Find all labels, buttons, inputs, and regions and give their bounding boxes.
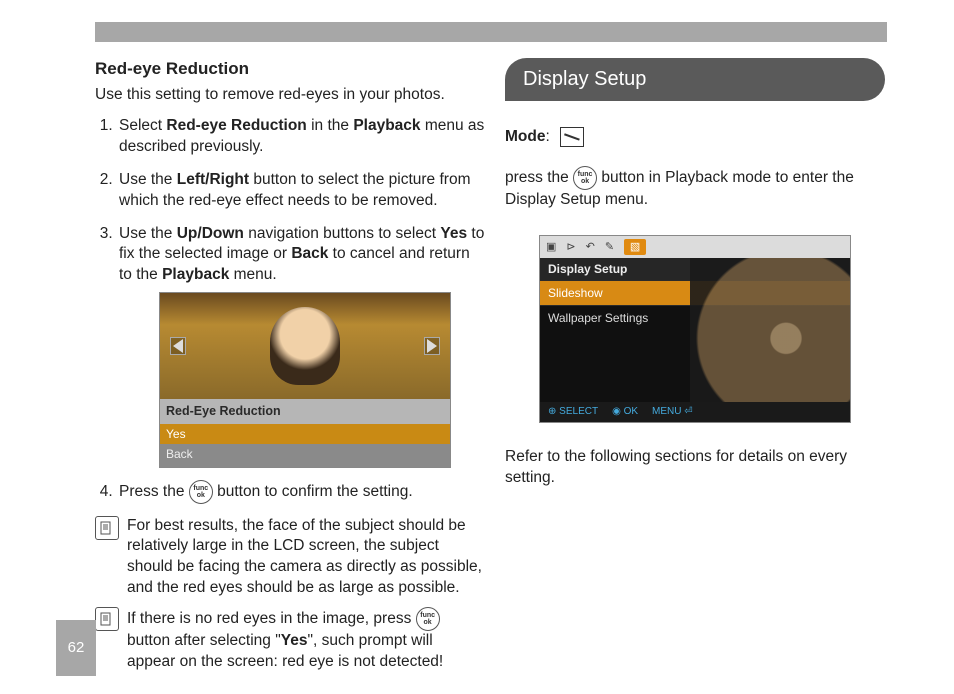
- mode-icon: [560, 127, 584, 147]
- step-4: Press the func ok button to confirm the …: [117, 480, 485, 504]
- tab-icon: ✎: [605, 240, 614, 255]
- func-ok-icon: func ok: [416, 607, 440, 631]
- note-icon: [95, 607, 119, 631]
- figure-redeye-title: Red-Eye Reduction: [160, 399, 450, 424]
- figure-redeye-yes: Yes: [160, 424, 450, 444]
- func-ok-icon: func ok: [573, 166, 597, 190]
- tab-icon: ▣: [546, 240, 556, 255]
- figure-footer: ⊕ SELECT ◉ OK MENU ⏎: [540, 402, 850, 422]
- face-illustration: [270, 307, 340, 385]
- right-column: Display Setup Mode: press the func ok bu…: [505, 58, 885, 489]
- refer-text: Refer to the following sections for deta…: [505, 447, 885, 489]
- foot-ok: ◉ OK: [612, 405, 638, 419]
- steps-list: Select Red-eye Reduction in the Playback…: [95, 116, 485, 504]
- foot-select: ⊕ SELECT: [548, 405, 598, 419]
- mode-line: Mode:: [505, 127, 885, 148]
- nav-left-icon: [170, 337, 186, 355]
- tab-icon: ⊳: [566, 240, 575, 255]
- figure-tabs: ▣ ⊳ ↶ ✎ ▧: [540, 236, 850, 258]
- instruction-text: press the func ok button in Playback mod…: [505, 166, 885, 211]
- step-1: Select Red-eye Reduction in the Playback…: [117, 116, 485, 158]
- tab-selected-icon: ▧: [624, 239, 646, 255]
- figure-display-setup: ▣ ⊳ ↶ ✎ ▧ Display Setup Slideshow Wallpa…: [539, 235, 851, 423]
- section-pill: Display Setup: [505, 58, 885, 101]
- figure-redeye-back: Back: [160, 444, 450, 466]
- note-2-text: If there is no red eyes in the image, pr…: [127, 607, 485, 673]
- step-2: Use the Left/Right button to select the …: [117, 170, 485, 212]
- tab-icon: ↶: [586, 240, 595, 255]
- note-1: For best results, the face of the subjec…: [95, 516, 485, 600]
- figure-redeye-photo: [160, 293, 450, 399]
- flower-illustration: [690, 258, 850, 404]
- func-ok-icon: func ok: [189, 480, 213, 504]
- foot-menu: MENU ⏎: [652, 405, 693, 419]
- page-number: 62: [56, 620, 96, 676]
- left-column: Red-eye Reduction Use this setting to re…: [95, 58, 485, 673]
- step-3: Use the Up/Down navigation buttons to se…: [117, 224, 485, 468]
- intro-text: Use this setting to remove red-eyes in y…: [95, 85, 485, 106]
- header-bar: [95, 22, 887, 42]
- note-1-text: For best results, the face of the subjec…: [127, 516, 485, 600]
- figure-redeye: Red-Eye Reduction Yes Back: [159, 292, 451, 467]
- section-heading: Red-eye Reduction: [95, 58, 485, 81]
- note-icon: [95, 516, 119, 540]
- nav-right-icon: [424, 337, 440, 355]
- note-2: If there is no red eyes in the image, pr…: [95, 607, 485, 673]
